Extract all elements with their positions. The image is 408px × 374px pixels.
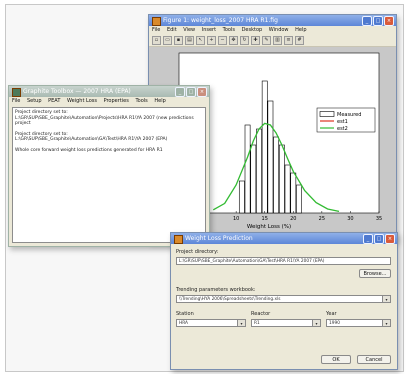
close-icon[interactable]: × (197, 87, 207, 97)
menu-peat[interactable]: PEAT (48, 98, 60, 104)
reactor-label: Reactor (251, 311, 271, 317)
rotate-icon[interactable]: ↻ (240, 36, 249, 45)
legend-swatch (319, 111, 335, 117)
legend-label: est2 (337, 126, 348, 132)
log-line: Whole core forward weight loss predictio… (15, 147, 163, 153)
histogram-bar (261, 80, 268, 214)
save-icon[interactable]: ▪ (174, 36, 183, 45)
menu-file[interactable]: File (12, 98, 20, 104)
histogram-bar (267, 100, 274, 214)
x-tick-label: 30 (347, 216, 353, 222)
legend-label: est1 (337, 119, 348, 125)
close-icon[interactable]: × (384, 16, 394, 26)
chevron-down-icon[interactable]: ▾ (382, 296, 390, 302)
legend-icon[interactable]: ≡ (284, 36, 293, 45)
zoom-out-icon[interactable]: − (218, 36, 227, 45)
colorbar-icon[interactable]: ▥ (273, 36, 282, 45)
legend-label: Measured (337, 112, 361, 118)
figure-window-title: Figure 1: weight_loss_2007 HRA R1.fig (163, 17, 278, 24)
figure-menubar: File Edit View Insert Tools Desktop Wind… (149, 26, 396, 35)
x-tick-label: 25 (319, 216, 325, 222)
histogram-bar (290, 172, 297, 214)
year-label: Year (326, 311, 337, 317)
x-tick-label: 35 (376, 216, 382, 222)
log-line: Project directory set to: L:\GR\SUP\SBE_G… (15, 110, 194, 127)
minimize-icon[interactable]: _ (363, 234, 373, 244)
print-icon[interactable]: ▤ (185, 36, 194, 45)
x-axis-label: Weight Loss (%) (247, 224, 291, 230)
message-log[interactable]: Project directory set to: L:\GR\SUP\SBE_G… (12, 107, 206, 243)
weight-loss-dialog: Weight Loss Prediction _ □ × Project dir… (170, 232, 398, 370)
menu-help[interactable]: Help (154, 98, 165, 104)
histogram-bar (256, 128, 262, 214)
trending-label: Trending parameters workbook: (176, 287, 256, 293)
histogram-bar (278, 144, 285, 214)
ok-button[interactable]: OK (321, 355, 351, 364)
menu-help[interactable]: Help (295, 27, 306, 33)
toolbox-menubar: File Setup PEAT Weight Loss Properties T… (9, 97, 209, 106)
station-value: HRA (179, 321, 188, 326)
project-dir-label: Project directory: (176, 249, 219, 255)
grid-icon[interactable]: # (295, 36, 304, 45)
reactor-value: R1 (254, 321, 260, 326)
histogram-bar (244, 124, 251, 214)
menu-desktop[interactable]: Desktop (242, 27, 263, 33)
minimize-icon[interactable]: _ (175, 87, 185, 97)
browse-button[interactable]: Browse... (359, 269, 391, 278)
open-icon[interactable]: ▭ (163, 36, 172, 45)
matlab-icon (152, 17, 161, 26)
year-select[interactable]: 1990 ▾ (326, 319, 391, 327)
datacursor-icon[interactable]: ✚ (251, 36, 260, 45)
x-tick-label: 10 (233, 216, 239, 222)
menu-view[interactable]: View (183, 27, 195, 33)
year-value: 1990 (329, 321, 340, 326)
histogram-bar (250, 144, 257, 214)
toolbox-window-titlebar[interactable]: Graphite Toolbox — 2007 HRA (EPA) _ □ × (9, 86, 209, 97)
minimize-icon[interactable]: _ (362, 16, 372, 26)
pan-icon[interactable]: ✥ (229, 36, 238, 45)
menu-insert[interactable]: Insert (202, 27, 216, 33)
menu-edit[interactable]: Edit (167, 27, 177, 33)
matlab-icon (174, 235, 183, 244)
histogram-bar (238, 180, 245, 214)
figure-toolbar: ▫ ▭ ▪ ▤ ↖ + − ✥ ↻ ✚ ✎ ▥ ≡ # (149, 35, 396, 47)
maximize-icon[interactable]: □ (373, 16, 383, 26)
dialog-title: Weight Loss Prediction (185, 235, 253, 242)
histogram-bar (296, 184, 302, 214)
project-dir-field[interactable]: L:\GR\SUP\SBE_Graphite\Automation\GA\Tes… (176, 257, 391, 265)
histogram-bar (273, 136, 280, 214)
menu-window[interactable]: Window (269, 27, 289, 33)
chevron-down-icon[interactable]: ▾ (312, 320, 320, 326)
cancel-button[interactable]: Cancel (357, 355, 391, 364)
trending-value: \\Trending\HYA 2006\Spreadsheets\Trendin… (179, 297, 281, 302)
maximize-icon[interactable]: □ (374, 234, 384, 244)
app-icon (12, 88, 21, 97)
close-icon[interactable]: × (385, 234, 395, 244)
trending-field[interactable]: \\Trending\HYA 2006\Spreadsheets\Trendin… (176, 295, 391, 303)
menu-properties[interactable]: Properties (104, 98, 129, 104)
chevron-down-icon[interactable]: ▾ (382, 320, 390, 326)
toolbox-window-title: Graphite Toolbox — 2007 HRA (EPA) (23, 88, 131, 95)
menu-setup[interactable]: Setup (27, 98, 42, 104)
station-select[interactable]: HRA ▾ (176, 319, 246, 327)
reactor-select[interactable]: R1 ▾ (251, 319, 321, 327)
dialog-titlebar[interactable]: Weight Loss Prediction _ □ × (171, 233, 397, 244)
menu-tools[interactable]: Tools (135, 98, 147, 104)
x-tick-label: 15 (262, 216, 268, 222)
histogram-bar (284, 164, 291, 214)
figure-window-titlebar[interactable]: Figure 1: weight_loss_2007 HRA R1.fig _ … (149, 15, 396, 26)
toolbox-window: Graphite Toolbox — 2007 HRA (EPA) _ □ × … (8, 85, 210, 247)
chevron-down-icon[interactable]: ▾ (237, 320, 245, 326)
menu-weight-loss[interactable]: Weight Loss (67, 98, 97, 104)
x-tick-label: 20 (290, 216, 296, 222)
pointer-icon[interactable]: ↖ (196, 36, 205, 45)
log-line: Project directory set to: L:\GR\SUP\SBE_G… (15, 131, 168, 143)
zoom-in-icon[interactable]: + (207, 36, 216, 45)
menu-file[interactable]: File (152, 27, 160, 33)
brush-icon[interactable]: ✎ (262, 36, 271, 45)
menu-tools[interactable]: Tools (223, 27, 235, 33)
station-label: Station (176, 311, 194, 317)
maximize-icon[interactable]: □ (186, 87, 196, 97)
new-icon[interactable]: ▫ (152, 36, 161, 45)
